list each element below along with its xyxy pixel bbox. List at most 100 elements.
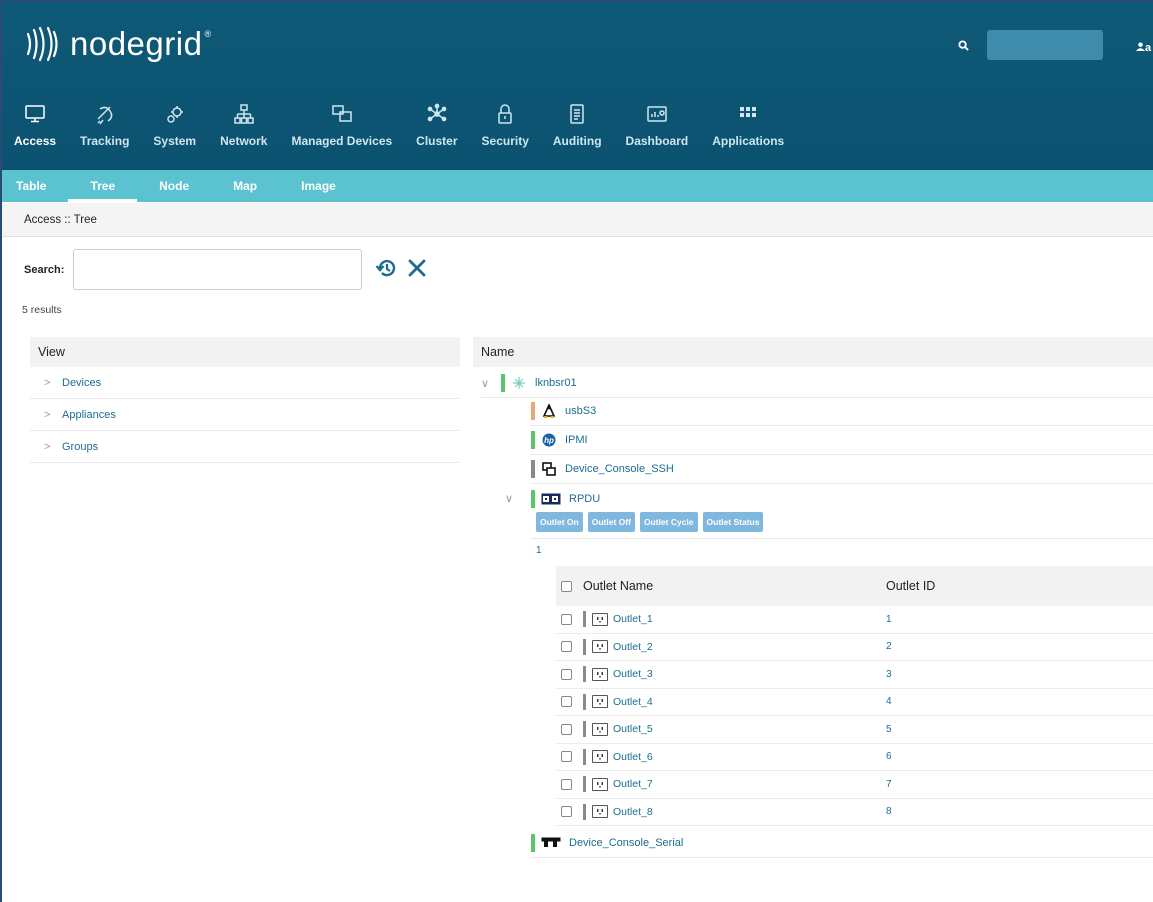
apps-grid-icon	[736, 102, 760, 126]
outlet-id: 1	[886, 613, 892, 625]
history-icon[interactable]	[375, 256, 399, 280]
row-checkbox[interactable]	[561, 778, 572, 790]
outlet-name[interactable]: Outlet_8	[613, 806, 653, 818]
tree-node-label: RPDU	[569, 492, 601, 505]
top-header: nodegrid ® a Access Tracking System Netw…	[2, 2, 1153, 170]
search-input[interactable]	[73, 249, 362, 290]
sub-nav: Table Tree Node Map Image	[2, 170, 1153, 202]
nav-security[interactable]: Security	[470, 102, 541, 162]
tree-node-label: Device_Console_Serial	[569, 837, 684, 849]
nav-label: Auditing	[552, 134, 602, 148]
close-icon[interactable]	[406, 257, 428, 279]
devices-icon	[330, 102, 354, 126]
search-icon[interactable]	[958, 40, 969, 54]
outlet-id: 7	[886, 778, 892, 790]
tree-node-root[interactable]: ∨ lknbsr01	[481, 369, 1153, 398]
outlet-table: Outlet Name Outlet ID Outlet_1 1 Outlet_…	[556, 566, 1153, 826]
table-row[interactable]: Outlet_4 4	[556, 689, 1153, 716]
nav-network[interactable]: Network	[208, 102, 279, 162]
view-item-appliances[interactable]: > Appliances	[30, 399, 460, 431]
outlet-name[interactable]: Outlet_4	[613, 696, 653, 708]
outlet-id: 8	[886, 806, 892, 818]
nav-system[interactable]: System	[141, 102, 208, 162]
outlet-cycle-button[interactable]: Outlet Cycle	[639, 512, 698, 532]
table-row[interactable]: Outlet_1 1	[556, 606, 1153, 634]
subtab-map[interactable]: Map	[211, 170, 279, 202]
subtab-node[interactable]: Node	[137, 170, 211, 202]
subtab-tree[interactable]: Tree	[68, 170, 138, 202]
status-bar	[501, 374, 505, 392]
search-label: Search:	[24, 264, 65, 276]
outlet-name[interactable]: Outlet_3	[613, 668, 653, 680]
main-nav: Access Tracking System Network Managed D…	[2, 102, 796, 162]
user-menu[interactable]: a	[1136, 42, 1151, 54]
table-row[interactable]: Outlet_7 7	[556, 771, 1153, 799]
outlet-on-button[interactable]: Outlet On	[536, 512, 583, 532]
subtab-table[interactable]: Table	[2, 170, 68, 202]
row-checkbox[interactable]	[561, 806, 572, 818]
outlet-name[interactable]: Outlet_5	[613, 723, 653, 735]
nav-managed-devices[interactable]: Managed Devices	[279, 102, 404, 162]
outlet-name[interactable]: Outlet_2	[613, 641, 653, 653]
tree-node-console-ssh[interactable]: Device_Console_SSH	[531, 455, 1153, 484]
page-number[interactable]: 1	[536, 545, 542, 556]
chevron-down-icon[interactable]: ∨	[505, 492, 531, 505]
view-item-label: Groups	[62, 440, 99, 453]
breadcrumb: Access :: Tree	[2, 203, 1153, 237]
nav-cluster[interactable]: Cluster	[404, 102, 469, 162]
nav-label: Access	[14, 134, 57, 148]
tree-node-usbs3[interactable]: usbS3	[531, 397, 1153, 426]
nav-label: Cluster	[416, 134, 458, 148]
tree-node-rpdu[interactable]: ∨ RPDU	[501, 484, 1153, 513]
tree-header: Name	[473, 337, 1153, 367]
outlet-icon	[592, 805, 608, 819]
subtab-image[interactable]: Image	[279, 170, 358, 202]
svg-text:hp: hp	[544, 436, 554, 445]
tree-node-label: Device_Console_SSH	[565, 463, 674, 475]
row-checkbox[interactable]	[561, 751, 572, 763]
row-checkbox[interactable]	[561, 613, 572, 625]
clipboard-icon	[565, 102, 589, 126]
nav-access[interactable]: Access	[2, 102, 68, 162]
status-bar	[583, 721, 586, 738]
view-header: View	[30, 337, 460, 367]
nav-applications[interactable]: Applications	[700, 102, 796, 162]
nav-auditing[interactable]: Auditing	[541, 102, 614, 162]
status-bar	[531, 489, 535, 508]
cluster-icon	[425, 102, 449, 126]
outlet-name[interactable]: Outlet_1	[613, 613, 653, 625]
table-row[interactable]: Outlet_3 3	[556, 661, 1153, 689]
chevron-down-icon[interactable]: ∨	[481, 377, 501, 390]
brand-logo[interactable]: nodegrid ®	[22, 24, 211, 64]
table-row[interactable]: Outlet_5 5	[556, 716, 1153, 744]
outlet-name[interactable]: Outlet_7	[613, 778, 653, 790]
brand-reg: ®	[204, 29, 212, 39]
table-row[interactable]: Outlet_2 2	[556, 634, 1153, 661]
table-row[interactable]: Outlet_6 6	[556, 744, 1153, 771]
row-checkbox[interactable]	[561, 696, 572, 708]
view-panel: View > Devices > Appliances > Groups	[30, 337, 460, 463]
status-bar	[531, 431, 535, 449]
divider	[531, 538, 1153, 539]
outlet-icon	[592, 722, 608, 736]
global-search-input[interactable]	[987, 30, 1103, 60]
tree-node-ipmi[interactable]: hp IPMI	[531, 426, 1153, 455]
row-checkbox[interactable]	[561, 641, 572, 653]
column-header: Outlet ID	[886, 579, 936, 593]
outlet-name[interactable]: Outlet_6	[613, 751, 653, 763]
table-row[interactable]: Outlet_8 8	[556, 799, 1153, 826]
nodegrid-device-icon	[511, 375, 527, 391]
outlet-id: 4	[886, 696, 892, 708]
satellite-icon	[93, 102, 117, 126]
view-item-devices[interactable]: > Devices	[30, 367, 460, 399]
tree-node-console-serial[interactable]: Device_Console_Serial	[531, 829, 1153, 858]
tree-node-label: lknbsr01	[535, 377, 577, 389]
nav-tracking[interactable]: Tracking	[68, 102, 141, 162]
row-checkbox[interactable]	[561, 723, 572, 735]
outlet-off-button[interactable]: Outlet Off	[587, 512, 635, 532]
row-checkbox[interactable]	[561, 668, 572, 680]
nav-dashboard[interactable]: Dashboard	[614, 102, 701, 162]
select-all-checkbox[interactable]	[561, 580, 572, 592]
outlet-status-button[interactable]: Outlet Status	[702, 512, 764, 532]
view-item-groups[interactable]: > Groups	[30, 431, 460, 463]
